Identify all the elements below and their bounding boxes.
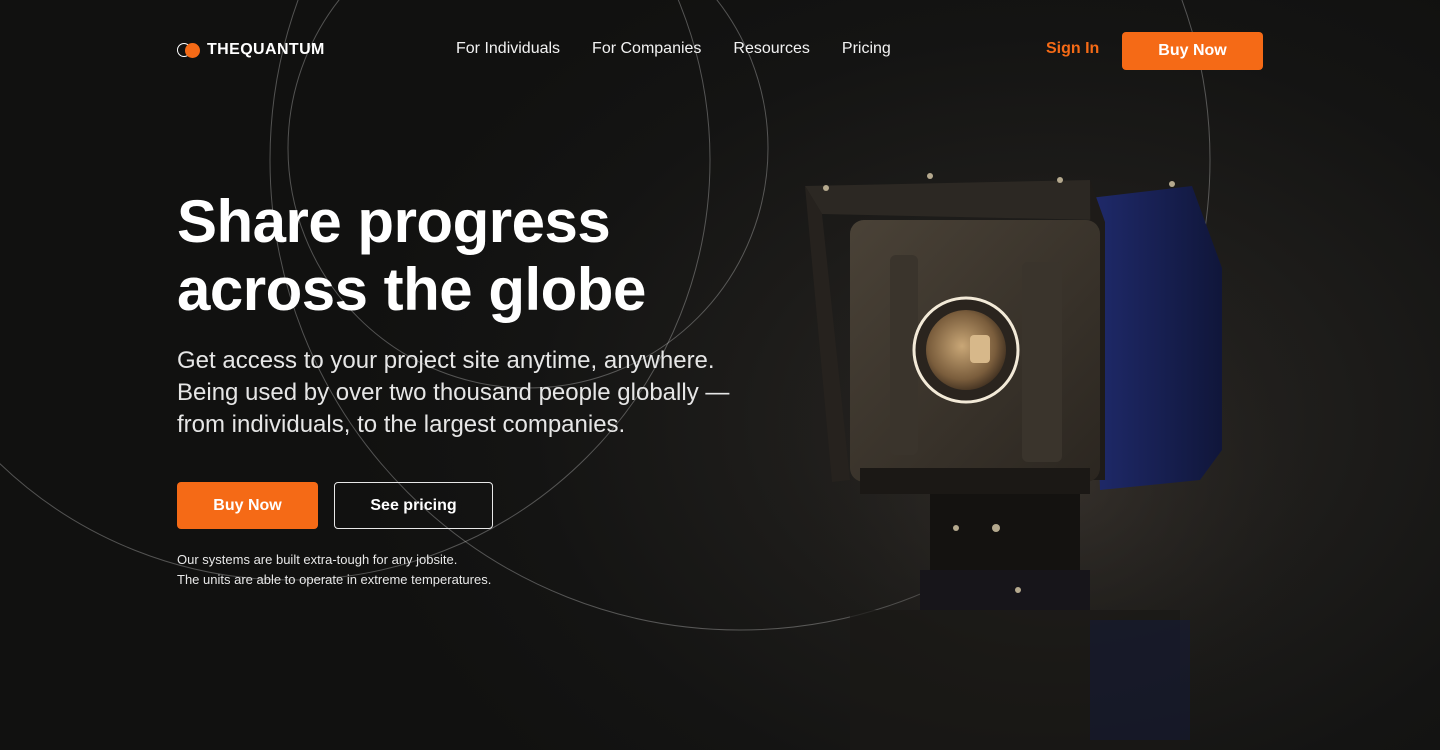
sign-in-link[interactable]: Sign In bbox=[1046, 40, 1099, 58]
note-line-2: The units are able to operate in extreme… bbox=[177, 572, 492, 587]
nav-buy-now-button[interactable]: Buy Now bbox=[1122, 32, 1263, 70]
landing-page: THEQUANTUM For Individuals For Companies… bbox=[0, 0, 1440, 750]
hero-subtitle-line-3: from individuals, to the largest compani… bbox=[177, 411, 626, 438]
nav-link-individuals[interactable]: For Individuals bbox=[456, 40, 560, 58]
see-pricing-button[interactable]: See pricing bbox=[334, 482, 493, 529]
nav-link-companies[interactable]: For Companies bbox=[592, 40, 701, 58]
nav-link-resources[interactable]: Resources bbox=[733, 40, 809, 58]
hero-title-line-2: across the globe bbox=[177, 256, 646, 323]
hero-title-line-1: Share progress bbox=[177, 188, 611, 255]
hero-title: Share progress across the globe bbox=[177, 188, 737, 324]
brand-logo[interactable]: THEQUANTUM bbox=[177, 41, 325, 59]
hero-subtitle-line-1: Get access to your project site anytime,… bbox=[177, 347, 715, 374]
hero-subtitle-line-2: Being used by over two thousand people g… bbox=[177, 379, 730, 406]
hero-subtitle: Get access to your project site anytime,… bbox=[177, 345, 797, 441]
durability-note: Our systems are built extra-tough for an… bbox=[177, 550, 491, 590]
logo-icon bbox=[177, 42, 201, 58]
note-line-1: Our systems are built extra-tough for an… bbox=[177, 552, 458, 567]
hero-buy-now-button[interactable]: Buy Now bbox=[177, 482, 318, 529]
camera-unit-image bbox=[760, 173, 1320, 750]
brand-name: THEQUANTUM bbox=[207, 41, 325, 58]
nav-link-pricing[interactable]: Pricing bbox=[842, 40, 891, 58]
primary-nav: For Individuals For Companies Resources … bbox=[456, 40, 923, 58]
top-nav: THEQUANTUM For Individuals For Companies… bbox=[0, 0, 1440, 100]
